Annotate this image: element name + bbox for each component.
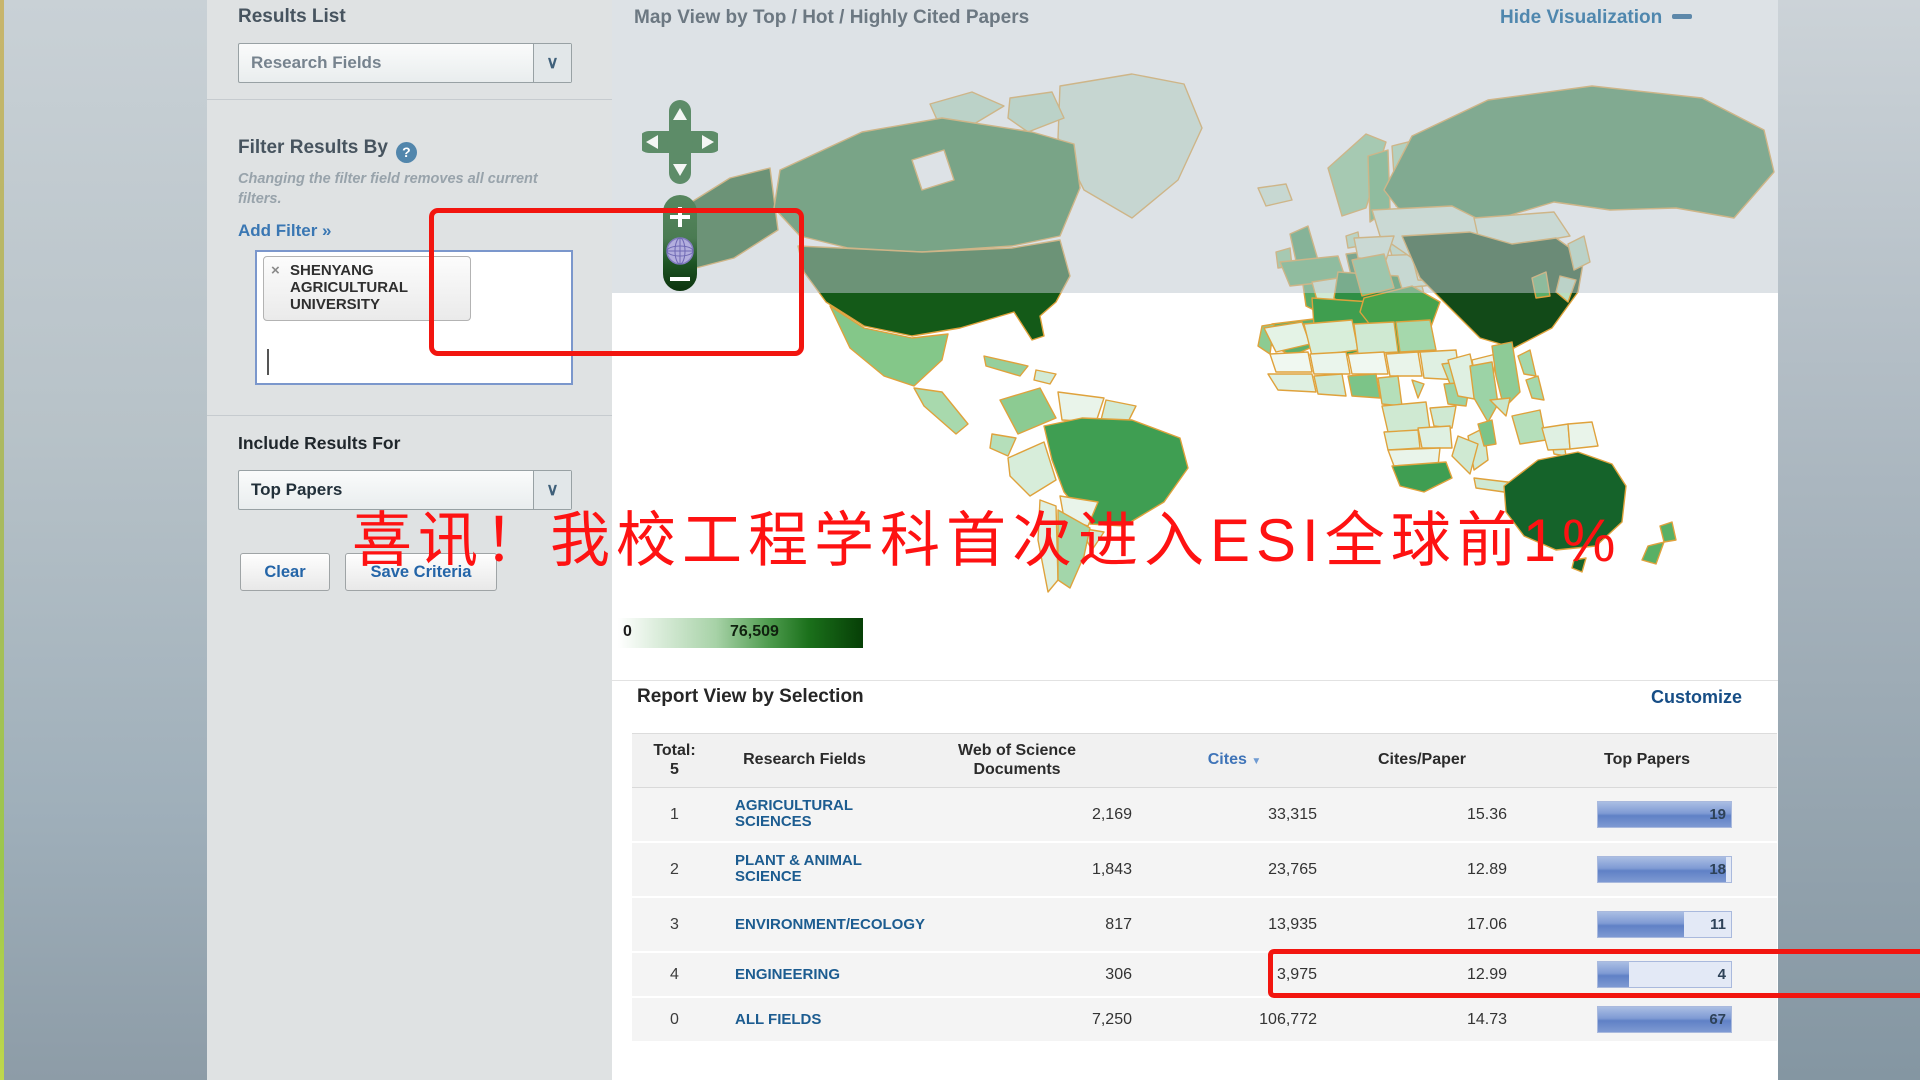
map-view-title: Map View by Top / Hot / Highly Cited Pap…	[634, 7, 1029, 29]
row-rank: 2	[632, 861, 717, 879]
sidebar-divider	[207, 415, 612, 416]
top-papers-bar: 11	[1597, 911, 1732, 938]
hide-visualization-link[interactable]: Hide Visualization	[1500, 7, 1692, 29]
top-papers-cell: 18	[1517, 856, 1777, 884]
filter-note-text: Changing the filter field removes all cu…	[238, 170, 578, 209]
left-edge-color-strip	[0, 0, 4, 1080]
table-row: 2 PLANT & ANIMAL SCIENCE 1,843 23,765 12…	[632, 843, 1777, 898]
country-egypt[interactable]	[1396, 320, 1436, 352]
report-view-title: Report View by Selection	[637, 686, 864, 708]
row-rank: 0	[632, 1011, 717, 1029]
column-cites-sort[interactable]: Cites ▼	[1142, 751, 1327, 769]
table-row: 1 AGRICULTURAL SCIENCES 2,169 33,315 15.…	[632, 788, 1777, 843]
cites-value: 13,935	[1142, 916, 1327, 934]
cites-label: Cites	[1208, 751, 1247, 768]
row-rank: 1	[632, 806, 717, 824]
map-color-legend: 0 76,509	[618, 618, 863, 648]
documents-value: 817	[892, 916, 1142, 934]
customize-link[interactable]: Customize	[1642, 687, 1742, 708]
remove-tag-icon[interactable]: ×	[271, 263, 280, 280]
legend-max-label: 76,509	[730, 623, 779, 641]
minus-icon	[1672, 14, 1692, 19]
results-list-heading: Results List	[238, 6, 346, 28]
cites-per-paper-value: 14.73	[1327, 1011, 1517, 1029]
sort-desc-icon: ▼	[1251, 756, 1261, 767]
field-link[interactable]: AGRICULTURAL SCIENCES	[735, 798, 885, 831]
top-papers-cell: 11	[1517, 911, 1777, 939]
top-papers-cell: 19	[1517, 801, 1777, 829]
total-header: Total: 5	[632, 742, 717, 779]
documents-value: 7,250	[892, 1011, 1142, 1029]
field-link[interactable]: PLANT & ANIMAL SCIENCE	[735, 853, 885, 886]
documents-value: 306	[892, 966, 1142, 984]
top-papers-cell: 67	[1517, 1006, 1777, 1034]
hide-visualization-label: Hide Visualization	[1500, 7, 1662, 28]
cites-per-paper-value: 12.89	[1327, 861, 1517, 879]
results-list-selected-value: Research Fields	[239, 53, 533, 73]
country-nigeria[interactable]	[1348, 374, 1380, 398]
help-icon[interactable]: ?	[396, 142, 417, 163]
top-papers-bar: 19	[1597, 801, 1732, 828]
table-row: 3 ENVIRONMENT/ECOLOGY 817 13,935 17.06 1…	[632, 898, 1777, 953]
field-link[interactable]: ENGINEERING	[735, 967, 885, 984]
table-header-row: Total: 5 Research Fields Web of Science …	[632, 733, 1777, 788]
cites-per-paper-value: 15.36	[1327, 806, 1517, 824]
row-rank: 3	[632, 916, 717, 934]
include-results-heading: Include Results For	[238, 433, 400, 454]
pan-control	[642, 100, 718, 184]
add-filter-link[interactable]: Add Filter »	[238, 221, 332, 241]
left-background-band	[0, 0, 207, 1080]
table-row: 0 ALL FIELDS 7,250 106,772 14.73 67	[632, 998, 1777, 1043]
top-papers-value: 67	[1709, 1007, 1726, 1033]
column-wos-documents: Web of Science Documents	[892, 742, 1142, 779]
legend-min-label: 0	[623, 623, 632, 641]
annotation-red-box-engineering	[1268, 949, 1920, 998]
top-papers-bar: 18	[1597, 856, 1732, 883]
filter-results-heading: Filter Results By?	[238, 137, 417, 163]
column-cites-per-paper: Cites/Paper	[1327, 751, 1517, 769]
top-papers-value: 18	[1709, 857, 1726, 883]
country-south-africa[interactable]	[1392, 462, 1452, 492]
cites-value: 23,765	[1142, 861, 1327, 879]
esi-app-window: Results List Research Fields ∨ Filter Re…	[0, 0, 1920, 1080]
column-research-fields: Research Fields	[717, 751, 892, 769]
cites-value: 106,772	[1142, 1011, 1327, 1029]
section-divider	[612, 680, 1778, 681]
documents-value: 2,169	[892, 806, 1142, 824]
documents-value: 1,843	[892, 861, 1142, 879]
top-papers-bar: 67	[1597, 1006, 1732, 1033]
sidebar-divider	[207, 99, 612, 100]
announcement-banner: 喜讯！我校工程学科首次进入ESI全球前1%	[352, 492, 1621, 579]
total-value: 5	[632, 761, 717, 779]
clear-button[interactable]: Clear	[240, 553, 330, 591]
chevron-down-icon[interactable]: ∨	[533, 44, 571, 82]
column-top-papers: Top Papers	[1517, 751, 1777, 769]
field-link[interactable]: ALL FIELDS	[735, 1012, 885, 1029]
cites-value: 33,315	[1142, 806, 1327, 824]
total-label: Total:	[632, 742, 717, 760]
top-papers-value: 19	[1709, 802, 1726, 828]
field-link[interactable]: ENVIRONMENT/ECOLOGY	[735, 917, 885, 934]
top-papers-value: 11	[1710, 912, 1726, 938]
filter-tag-label: SHENYANG AGRICULTURAL UNIVERSITY	[290, 262, 408, 313]
country-thailand[interactable]	[1470, 362, 1498, 422]
text-cursor	[267, 349, 269, 375]
right-background-band	[1778, 0, 1920, 1080]
cites-per-paper-value: 17.06	[1327, 916, 1517, 934]
country-new-zealand[interactable]	[1642, 542, 1664, 564]
results-list-dropdown[interactable]: Research Fields ∨	[238, 43, 572, 83]
annotation-red-box-filter	[429, 208, 804, 356]
row-rank: 4	[632, 966, 717, 984]
filter-results-label: Filter Results By	[238, 137, 388, 158]
